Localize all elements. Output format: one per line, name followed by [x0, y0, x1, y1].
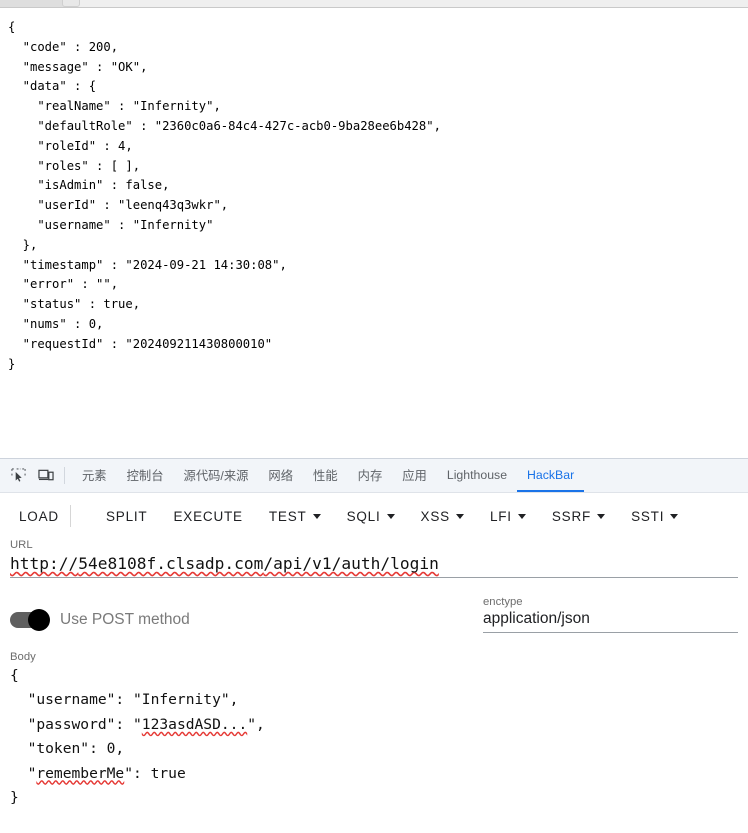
new-tab-button-partial[interactable]: [62, 0, 80, 7]
url-label: URL: [10, 539, 33, 551]
tab-performance[interactable]: 性能: [303, 459, 348, 492]
body-textarea[interactable]: { "username": "Infernity", "password": "…: [10, 664, 738, 810]
use-post-method-label: Use POST method: [60, 611, 190, 628]
chevron-down-icon: [597, 513, 606, 519]
split-button[interactable]: SPLIT: [97, 504, 157, 529]
post-enctype-row: Use POST method enctype application/json: [10, 596, 738, 633]
device-toolbar-icon[interactable]: [32, 463, 60, 489]
xss-button[interactable]: XSS: [412, 504, 473, 529]
url-group: URL http://54e8108f.clsadp.com/api/v1/au…: [10, 539, 738, 578]
browser-chrome-strip: [0, 0, 748, 8]
test-button[interactable]: TEST: [260, 504, 330, 529]
tab-lighthouse[interactable]: Lighthouse: [437, 459, 517, 492]
sqli-button[interactable]: SQLI: [338, 504, 404, 529]
url-scheme: http://: [10, 554, 79, 573]
ssrf-button-label: SSRF: [551, 508, 592, 524]
post-toggle-switch[interactable]: [10, 609, 50, 631]
lfi-button[interactable]: LFI: [481, 504, 535, 529]
body-label: Body: [10, 651, 36, 663]
body-rememberme-key: rememberMe: [36, 764, 125, 782]
enctype-input[interactable]: application/json: [483, 609, 738, 633]
tab-network[interactable]: 网络: [258, 459, 303, 492]
chevron-down-icon: [386, 513, 395, 519]
devtools-tabstrip: 元素 控制台 源代码/来源 网络 性能 内存 应用 Lighthouse Hac…: [0, 459, 748, 493]
enctype-label: enctype: [483, 596, 523, 608]
toggle-knob: [28, 609, 50, 631]
chevron-down-icon: [517, 513, 526, 519]
sqli-button-label: SQLI: [346, 508, 381, 524]
load-divider: [69, 505, 71, 527]
body-password-value: 123asdASD...: [141, 715, 248, 733]
inspect-element-icon[interactable]: [4, 463, 32, 489]
hackbar-toolbar: LOAD SPLIT EXECUTE TEST SQLI XSS LFI SSR…: [0, 493, 748, 539]
toolbar-divider: [64, 467, 65, 484]
chevron-down-icon: [312, 513, 321, 519]
load-dropdown-chevron-down-icon[interactable]: [73, 511, 89, 521]
execute-button[interactable]: EXECUTE: [164, 504, 251, 529]
chevron-down-icon: [455, 513, 464, 519]
tab-sources[interactable]: 源代码/来源: [174, 459, 259, 492]
body-group: Body { "username": "Infernity", "passwor…: [10, 651, 738, 810]
xss-button-label: XSS: [420, 508, 450, 524]
url-path: /api/v1/auth/login: [263, 554, 439, 573]
tab-hackbar[interactable]: HackBar: [517, 459, 585, 492]
page-viewport: { "code" : 200, "message" : "OK", "data"…: [0, 9, 748, 458]
tab-application[interactable]: 应用: [392, 459, 437, 492]
enctype-group: enctype application/json: [483, 596, 738, 633]
tab-elements[interactable]: 元素: [72, 459, 117, 492]
lfi-button-label: LFI: [489, 508, 512, 524]
url-host: 54e8108f.clsadp.com: [78, 554, 264, 573]
json-response-body: { "code" : 200, "message" : "OK", "data"…: [8, 20, 441, 371]
ssrf-button[interactable]: SSRF: [543, 504, 614, 529]
use-post-method-toggle[interactable]: Use POST method: [10, 609, 190, 633]
test-button-label: TEST: [268, 508, 307, 524]
hackbar-form: URL http://54e8108f.clsadp.com/api/v1/au…: [0, 539, 748, 810]
url-input[interactable]: http://54e8108f.clsadp.com/api/v1/auth/l…: [10, 552, 738, 578]
ssti-button[interactable]: SSTI: [622, 504, 687, 529]
ssti-button-label: SSTI: [631, 508, 665, 524]
devtools-panel: 元素 控制台 源代码/来源 网络 性能 内存 应用 Lighthouse Hac…: [0, 458, 748, 833]
load-button[interactable]: LOAD: [10, 504, 68, 529]
chevron-down-icon: [670, 513, 679, 519]
tab-console[interactable]: 控制台: [117, 459, 174, 492]
tab-memory[interactable]: 内存: [348, 459, 393, 492]
